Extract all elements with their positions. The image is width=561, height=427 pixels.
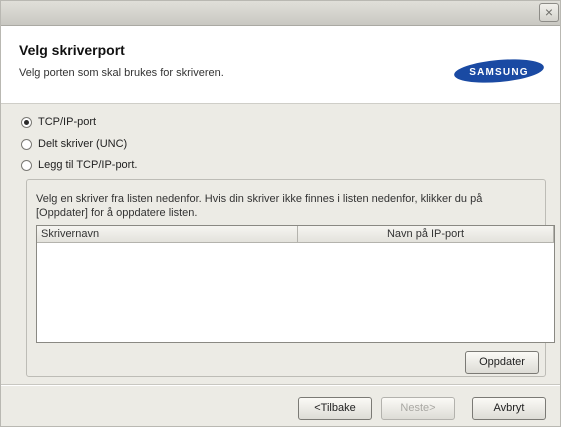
- installer-dialog: × Velg skriverport Velg porten som skal …: [0, 0, 561, 427]
- page-subtitle: Velg porten som skal brukes for skrivere…: [19, 67, 224, 79]
- radio-label: Delt skriver (UNC): [38, 138, 128, 150]
- footer-divider: [1, 384, 560, 386]
- refresh-button[interactable]: Oppdater: [465, 351, 539, 374]
- page-title: Velg skriverport: [19, 42, 125, 58]
- radio-shared-printer[interactable]: Delt skriver (UNC): [21, 136, 127, 152]
- radio-button-selected[interactable]: [21, 116, 32, 128]
- back-button[interactable]: <Tilbake: [298, 397, 372, 420]
- logo-text: SAMSUNG: [469, 67, 529, 78]
- instruction-text: Velg en skriver fra listen nedenfor. Hvi…: [36, 193, 483, 219]
- list-header: Skrivernavn Navn på IP-port: [37, 226, 554, 243]
- column-header-ip-port-name[interactable]: Navn på IP-port: [298, 226, 554, 243]
- radio-button[interactable]: [21, 159, 32, 171]
- title-bar: ×: [1, 1, 560, 26]
- radio-button[interactable]: [21, 138, 32, 150]
- printer-list[interactable]: Skrivernavn Navn på IP-port: [36, 225, 555, 343]
- radio-label: TCP/IP-port: [38, 116, 97, 128]
- samsung-logo: SAMSUNG: [454, 59, 544, 83]
- printer-list-group: Velg en skriver fra listen nedenfor. Hvi…: [26, 179, 555, 377]
- radio-add-tcpip-port[interactable]: Legg til TCP/IP-port.: [21, 157, 137, 173]
- column-header-printer-name[interactable]: Skrivernavn: [37, 226, 298, 243]
- radio-tcpip-port[interactable]: TCP/IP-port: [21, 114, 96, 130]
- close-icon: ×: [544, 4, 554, 20]
- next-button[interactable]: Neste>: [381, 397, 455, 420]
- header-panel: Velg skriverport Velg porten som skal br…: [1, 26, 560, 104]
- close-button[interactable]: ×: [539, 3, 559, 22]
- cancel-button[interactable]: Avbryt: [472, 397, 546, 420]
- radio-label: Legg til TCP/IP-port.: [38, 159, 138, 171]
